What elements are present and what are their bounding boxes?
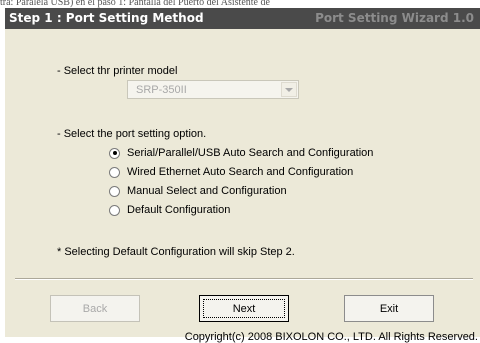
radio-default-config[interactable]: Default Configuration: [109, 203, 230, 217]
printer-model-value: SRP-350II: [136, 84, 187, 96]
radio-option-label: Serial/Parallel/USB Auto Search and Conf…: [127, 147, 374, 159]
wizard-name: Port Setting Wizard 1.0: [315, 11, 474, 25]
wizard-header: Step 1 : Port Setting Method Port Settin…: [5, 8, 480, 29]
radio-button-icon[interactable]: [109, 147, 120, 159]
skip-step-note: * Selecting Default Configuration will s…: [57, 246, 295, 258]
radio-wired-ethernet-auto[interactable]: Wired Ethernet Auto Search and Configura…: [109, 165, 353, 179]
radio-option-label: Wired Ethernet Auto Search and Configura…: [127, 166, 354, 178]
copyright-text: Copyright(c) 2008 BIXOLON CO., LTD. All …: [184, 331, 478, 343]
next-button[interactable]: Next: [199, 295, 289, 322]
port-option-label: - Select the port setting option.: [57, 128, 207, 140]
radio-manual-select[interactable]: Manual Select and Configuration: [109, 184, 287, 198]
port-setting-wizard-dialog: Step 1 : Port Setting Method Port Settin…: [5, 8, 480, 343]
radio-button-icon[interactable]: [109, 166, 120, 178]
background-document-text: tra: Paralela USB) en el paso 1: Pantall…: [0, 0, 480, 8]
printer-model-select[interactable]: SRP-350II: [127, 80, 299, 99]
chevron-down-icon: [285, 88, 293, 92]
printer-model-label: - Select thr printer model: [57, 65, 178, 77]
focus-rectangle: [203, 299, 285, 318]
radio-button-icon[interactable]: [109, 204, 120, 216]
radio-option-label: Default Configuration: [127, 204, 231, 216]
radio-button-icon[interactable]: [109, 185, 120, 197]
back-button[interactable]: Back: [50, 295, 140, 322]
dropdown-arrow-button[interactable]: [281, 82, 297, 97]
radio-serial-usb-auto[interactable]: Serial/Parallel/USB Auto Search and Conf…: [109, 146, 373, 160]
exit-button[interactable]: Exit: [344, 295, 434, 322]
step-title: Step 1 : Port Setting Method: [9, 11, 204, 25]
radio-option-label: Manual Select and Configuration: [127, 185, 287, 197]
divider: [15, 278, 473, 280]
